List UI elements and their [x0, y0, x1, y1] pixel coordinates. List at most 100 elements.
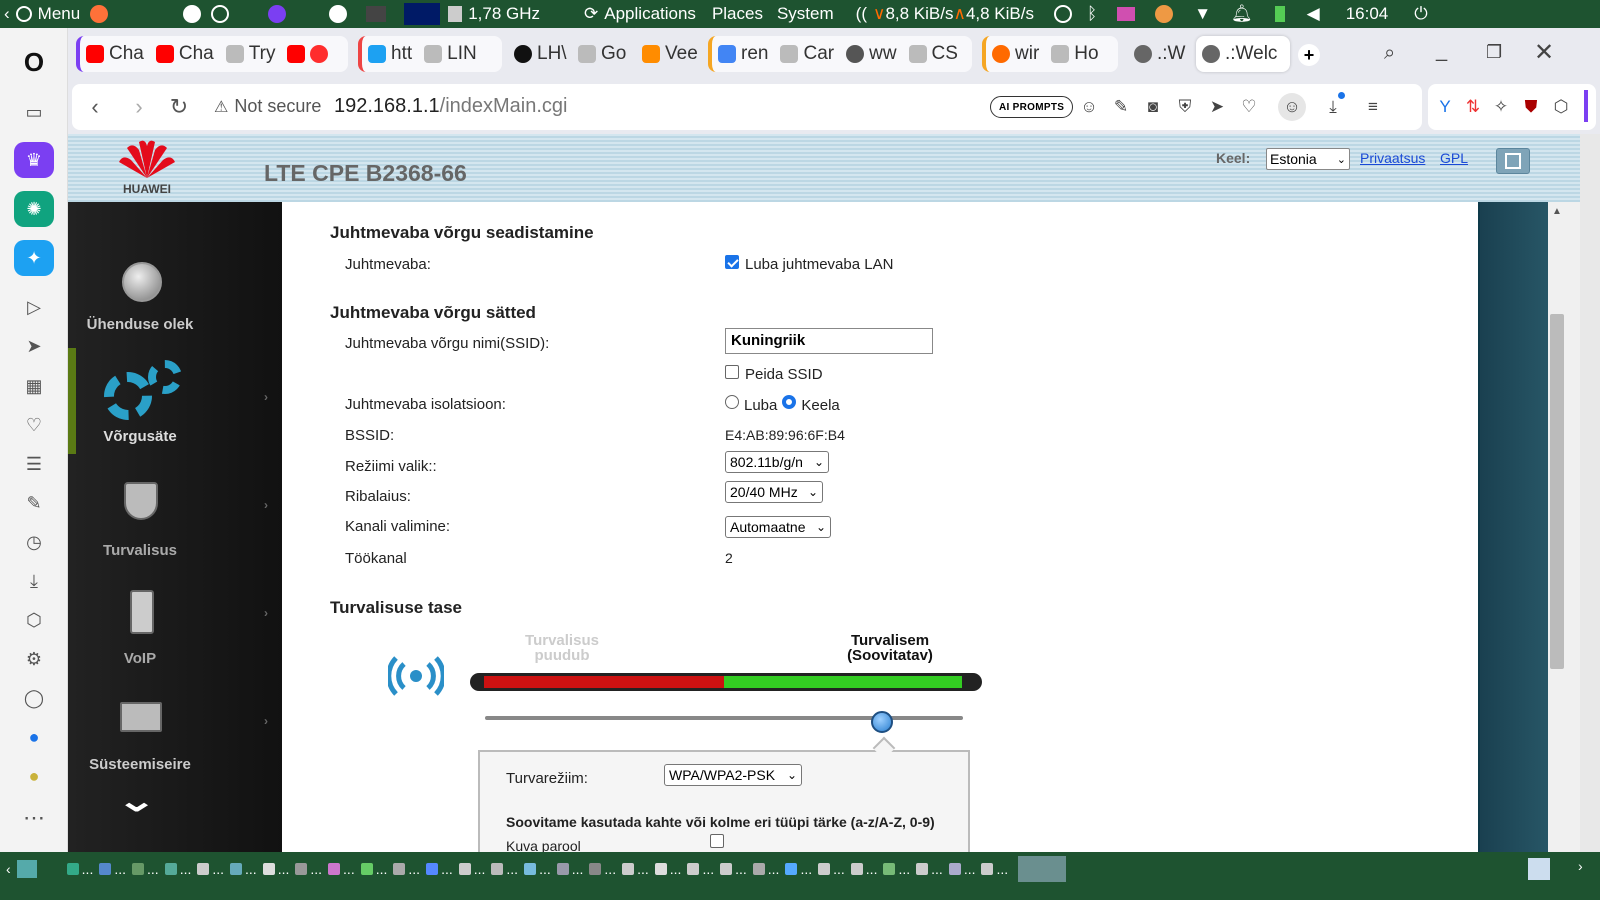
battery-icon[interactable] — [1274, 6, 1285, 22]
heart-icon[interactable]: ♡ — [1238, 96, 1260, 118]
notes-icon[interactable]: ☰ — [14, 446, 54, 482]
notification-bell-icon[interactable]: 🔔︎ — [1231, 4, 1253, 24]
taskbar-window-button[interactable]: ... — [622, 861, 649, 877]
tab[interactable]: Car — [774, 36, 840, 72]
nav-item-network-settings[interactable]: Võrgusäte › — [68, 360, 284, 470]
terminal-icon[interactable] — [366, 6, 387, 22]
back-icon[interactable]: ‹ — [80, 92, 110, 122]
security-indicator[interactable]: ⚠ Not secure — [214, 96, 321, 117]
taskbar-left-arrow[interactable]: ‹ — [6, 861, 11, 877]
chrome-notify-icon[interactable] — [1155, 5, 1174, 23]
opera-logo-icon[interactable]: O — [14, 44, 54, 80]
channel-select[interactable]: Automaatne ⌄ — [725, 516, 831, 538]
taskbar-window-button[interactable]: ... — [458, 861, 485, 877]
tor-icon[interactable] — [268, 5, 287, 23]
network-icon[interactable]: (( — [856, 4, 867, 24]
nav-item-security[interactable]: Turvalisus › — [68, 482, 284, 592]
tab[interactable]: wir — [986, 36, 1045, 72]
url-field[interactable]: 192.168.1.1/indexMain.cgi — [334, 95, 568, 118]
security-slider-knob[interactable] — [870, 711, 893, 733]
taskbar-window-button[interactable]: ... — [99, 861, 126, 877]
ublock-icon[interactable]: ⛊ — [1520, 96, 1542, 118]
trash-icon[interactable] — [1528, 858, 1550, 880]
forward-icon[interactable]: › — [124, 92, 154, 122]
tab[interactable]: Go — [572, 36, 632, 72]
history-icon[interactable]: ◷ — [14, 524, 54, 560]
player-icon[interactable]: ▷ — [14, 289, 54, 325]
system-menu[interactable]: System — [777, 4, 834, 24]
nav-item-connection-status[interactable]: Ühenduse olek — [68, 262, 284, 372]
gpl-link[interactable]: GPL — [1440, 150, 1468, 166]
equalizer-icon[interactable] — [1117, 7, 1136, 21]
taskbar-window-button[interactable]: ... — [360, 861, 387, 877]
applications-menu[interactable]: Applications — [604, 4, 696, 24]
taskbar-active-window[interactable] — [1018, 856, 1067, 882]
tab[interactable]: .:W — [1128, 36, 1192, 72]
opera-launcher-icon[interactable] — [329, 5, 348, 23]
isolation-enable-radio[interactable] — [725, 395, 739, 409]
new-tab-button[interactable]: + — [1298, 44, 1320, 66]
taskbar-window-button[interactable]: ... — [132, 861, 159, 877]
crown-icon[interactable]: ♛ — [14, 142, 54, 178]
heart-icon[interactable]: ♡ — [14, 407, 54, 443]
scrollbar-thumb[interactable] — [1550, 314, 1564, 669]
power-icon[interactable]: ⏻ — [1414, 4, 1427, 24]
mode-select[interactable]: 802.11b/g/n ⌄ — [725, 451, 829, 473]
restore-icon[interactable]: ❐ — [1486, 42, 1502, 63]
easy-setup-icon[interactable]: ≡ — [1362, 96, 1384, 118]
tab[interactable]: Vee — [636, 36, 704, 72]
taskbar-window-button[interactable]: ... — [654, 861, 681, 877]
enable-wlan-checkbox[interactable] — [725, 254, 739, 269]
taskbar-window-button[interactable]: ... — [295, 861, 322, 877]
downloads-icon[interactable]: ⤓ — [14, 563, 54, 599]
settings-applet-icon[interactable] — [211, 5, 230, 23]
taskbar-window-button[interactable]: ... — [426, 861, 453, 877]
tab[interactable]: ren — [712, 36, 774, 72]
taskbar-window-button[interactable]: ... — [262, 861, 289, 877]
logout-button[interactable] — [1496, 148, 1530, 174]
send-icon[interactable]: ➤ — [14, 328, 54, 364]
chatgpt-icon[interactable]: ✺ — [14, 191, 54, 227]
taskbar-window-button[interactable]: ... — [818, 861, 845, 877]
firefox-launcher-icon[interactable] — [90, 5, 109, 23]
tab[interactable]: Ho — [1045, 36, 1104, 72]
tab-active[interactable]: .:Welc — [1196, 36, 1290, 72]
minimize-icon[interactable]: _ — [1436, 40, 1447, 63]
extension-puzzle-icon[interactable]: ✧ — [1490, 96, 1512, 118]
tab[interactable]: LIN — [418, 36, 483, 72]
taskbar-window-button[interactable]: ... — [524, 861, 551, 877]
bluetooth-icon[interactable]: ᛒ — [1087, 4, 1097, 24]
reload-icon[interactable]: ↻ — [164, 92, 194, 122]
taskbar-window-button[interactable]: ... — [687, 861, 714, 877]
taskbar-window-button[interactable]: ... — [491, 861, 518, 877]
taskbar-window-button[interactable]: ... — [230, 861, 257, 877]
show-desktop-icon[interactable] — [16, 860, 37, 878]
taskbar-window-button[interactable]: ... — [393, 861, 420, 877]
edit-icon[interactable]: ✎ — [14, 485, 54, 521]
taskbar-window-button[interactable]: ... — [948, 861, 975, 877]
extension-y-icon[interactable]: Y — [1434, 96, 1456, 118]
taskbar-window-button[interactable]: ... — [556, 861, 583, 877]
taskbar-window-button[interactable]: ... — [589, 861, 616, 877]
tab[interactable]: CS — [903, 36, 964, 72]
taskbar-window-button[interactable]: ... — [981, 861, 1008, 877]
bandwidth-select[interactable]: 20/40 MHz ⌄ — [725, 481, 823, 503]
chat-bubble-icon[interactable]: ● — [14, 719, 54, 755]
menu-button[interactable]: Menu — [10, 0, 80, 28]
hide-ssid-checkbox[interactable] — [725, 364, 739, 379]
more-icon[interactable]: ⋯ — [14, 800, 54, 836]
lightbulb-icon[interactable]: ◯ — [14, 680, 54, 716]
isolation-disable-radio[interactable] — [782, 395, 797, 409]
emoji-icon[interactable]: ☺ — [1078, 96, 1100, 118]
language-select[interactable]: Estonia ⌄ — [1266, 148, 1350, 170]
wallet-icon[interactable]: ● — [14, 758, 54, 794]
settings-icon[interactable]: ⚙ — [14, 641, 54, 677]
profile-icon[interactable]: ☺ — [1278, 93, 1306, 121]
taskbar-window-button[interactable]: ... — [164, 861, 191, 877]
taskbar-window-button[interactable]: ... — [752, 861, 779, 877]
volume-icon[interactable]: ◀ — [1307, 4, 1320, 24]
taskbar-window-button[interactable]: ... — [720, 861, 747, 877]
close-window-icon[interactable]: ✕ — [1534, 38, 1554, 67]
nav-item-voip[interactable]: VoIP › — [68, 590, 284, 700]
tab[interactable]: htt — [362, 36, 418, 72]
